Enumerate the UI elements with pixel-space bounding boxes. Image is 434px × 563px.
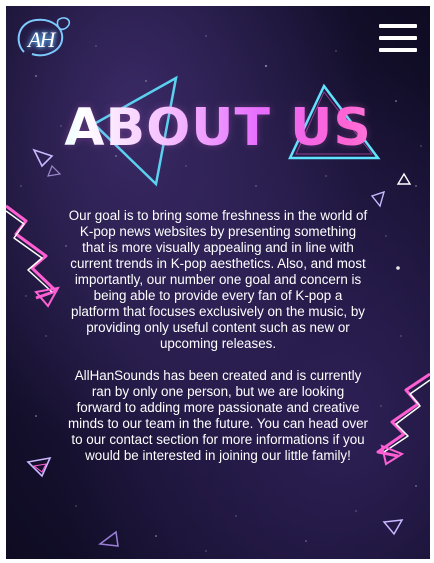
site-logo[interactable]: AH bbox=[14, 12, 74, 62]
logo-text: AH bbox=[28, 27, 55, 52]
about-paragraph-team: AllHanSounds has been created and is cur… bbox=[68, 368, 368, 463]
menu-bar-middle bbox=[379, 36, 417, 40]
menu-bar-top bbox=[379, 24, 417, 28]
hamburger-menu-icon[interactable] bbox=[379, 24, 417, 54]
page-title: ABOUT US bbox=[6, 98, 430, 158]
menu-bar-bottom bbox=[379, 48, 417, 52]
about-text: Our goal is to bring some freshness in t… bbox=[68, 208, 368, 480]
about-paragraph-goal: Our goal is to bring some freshness in t… bbox=[68, 208, 368, 351]
page-background: AH ABOUT US ABOUT US Our goal is to brin… bbox=[6, 6, 430, 559]
